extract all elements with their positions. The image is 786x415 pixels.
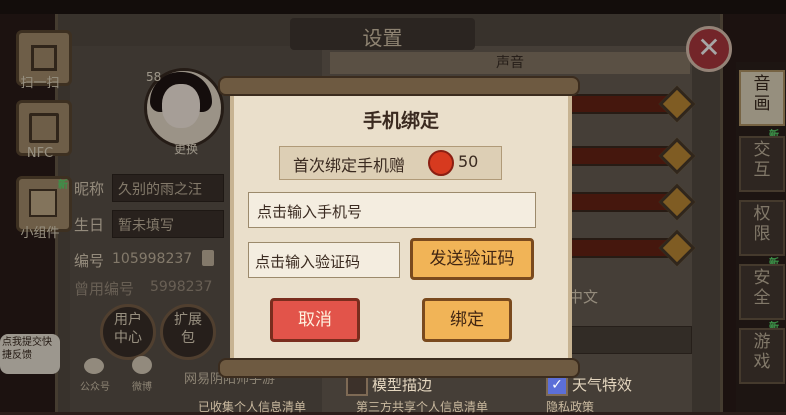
bind-label: 绑定 [450,310,484,330]
reward-text: 首次绑定手机赠 [293,156,406,175]
collected-info-link[interactable]: 已收集个人信息清单 [198,398,306,415]
reward-amount: 50 [458,152,479,171]
check-icon: ✓ [551,377,563,393]
code-placeholder: 点击输入验证码 [255,253,361,271]
bind-button[interactable]: 绑定 [422,298,512,342]
code-input[interactable]: 点击输入验证码 [248,242,400,278]
scroll-rod-top [218,76,580,96]
weather-effect-label: 天气特效 [572,376,633,394]
send-code-button[interactable]: 发送验证码 [410,238,534,280]
magatama-icon [428,150,454,176]
send-code-label: 发送验证码 [429,249,515,269]
phone-input[interactable]: 点击输入手机号 [248,192,536,228]
phone-placeholder: 点击输入手机号 [257,203,363,221]
scroll-rod-bottom [218,358,580,378]
cancel-button[interactable]: 取消 [270,298,360,342]
shared-info-link[interactable]: 第三方共享个人信息清单 [356,398,488,415]
privacy-link[interactable]: 隐私政策 [546,398,594,415]
cancel-label: 取消 [298,310,332,330]
dialog-title: 手机绑定 [362,110,439,132]
